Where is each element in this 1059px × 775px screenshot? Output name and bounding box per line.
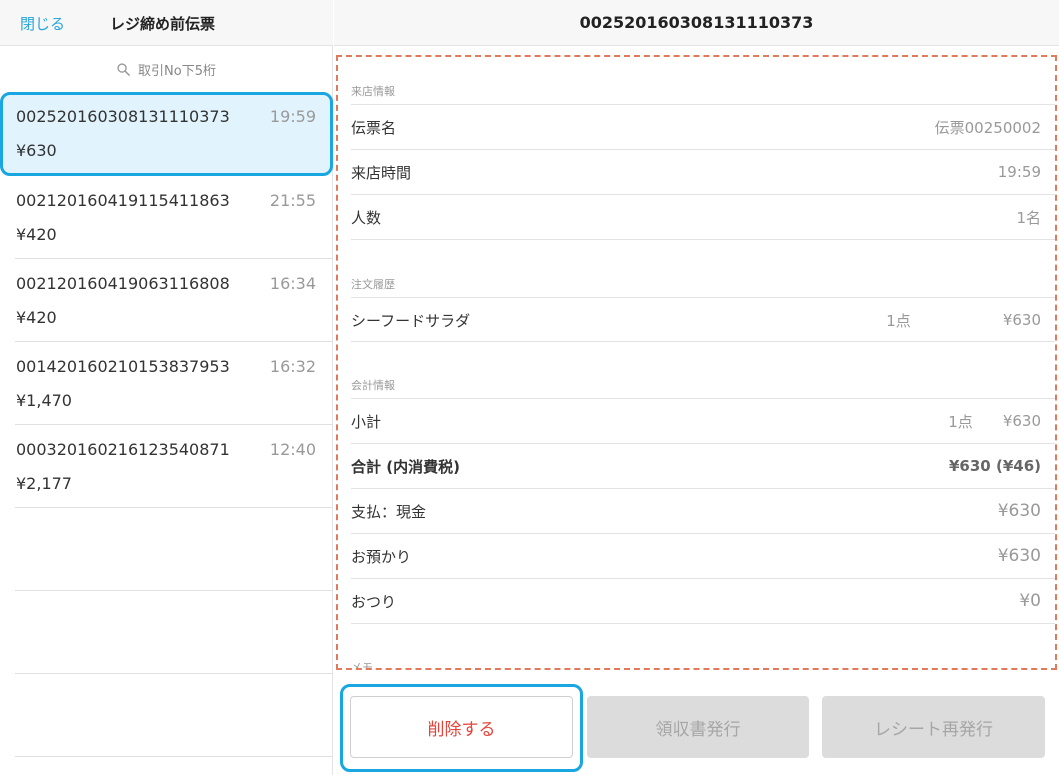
transaction-row[interactable]: 002120160419115411863 21:55 ¥420 (15, 176, 333, 259)
empty-row (15, 674, 333, 757)
list-title: レジ締め前伝票 (110, 15, 216, 33)
reissue-receipt-button[interactable]: レシート再発行 (822, 696, 1045, 758)
transaction-row[interactable]: 002120160419063116808 16:34 ¥420 (15, 259, 333, 342)
transaction-list-pane: 閉じる レジ締め前伝票 取引No下5桁 00252016030813111037… (0, 0, 333, 775)
transaction-time: 21:55 (269, 191, 316, 210)
divider (351, 239, 1055, 240)
row-label: 伝票名 (351, 118, 397, 137)
row-value: ¥630 (1002, 412, 1041, 430)
search-icon (117, 62, 130, 76)
delete-button[interactable]: 削除する (350, 696, 573, 758)
item-qty: 1点 (886, 311, 911, 330)
subtotal-qty: 1点 (948, 412, 973, 431)
row-label: 人数 (351, 208, 382, 227)
search-field[interactable]: 取引No下5桁 (0, 47, 333, 91)
transaction-time: 19:59 (269, 107, 316, 126)
transaction-row-selected[interactable]: 002520160308131110373 19:59 ¥630 (0, 92, 333, 176)
section-memo: メモ (351, 661, 373, 670)
item-price: ¥630 (1002, 311, 1041, 329)
section-visit-info: 来店情報 (351, 85, 395, 98)
transaction-amount: ¥630 (16, 141, 57, 160)
transaction-number: 001420160210153837953 (16, 357, 230, 376)
transaction-row[interactable]: 000320160216123540871 12:40 ¥2,177 (15, 425, 333, 508)
section-accounting: 会計情報 (351, 379, 395, 392)
row-label: お預かり (351, 547, 412, 566)
detail-row-visit-time: 来店時間 19:59 (351, 150, 1041, 194)
transaction-time: 12:40 (269, 440, 316, 459)
detail-row-guests: 人数 1名 (351, 195, 1041, 239)
transaction-amount: ¥2,177 (16, 474, 72, 493)
transaction-number: 000320160216123540871 (16, 440, 230, 459)
transaction-time: 16:32 (269, 357, 316, 376)
subtotal-row: 小計 1点 ¥630 (351, 399, 1041, 443)
row-label: 小計 (351, 412, 382, 431)
transaction-number: 002520160308131110373 (16, 107, 230, 126)
payment-row: 支払：現金 ¥630 (351, 489, 1041, 533)
detail-title: 002520160308131110373 (579, 13, 814, 32)
item-name: シーフードサラダ (351, 311, 471, 330)
divider (351, 341, 1055, 342)
row-value: ¥0 (1019, 591, 1041, 611)
search-placeholder: 取引No下5桁 (138, 63, 216, 79)
row-value: 19:59 (997, 163, 1041, 181)
empty-row (15, 508, 333, 591)
detail-panel: 来店情報 伝票名 伝票00250002 来店時間 19:59 人数 1名 注文履… (336, 55, 1057, 670)
transaction-list: 002520160308131110373 19:59 ¥630 0021201… (0, 92, 333, 757)
close-button[interactable]: 閉じる (20, 13, 65, 34)
detail-header: 002520160308131110373 (334, 0, 1059, 46)
total-row: 合計 (内消費税) ¥630 (¥46) (351, 444, 1041, 488)
transaction-amount: ¥1,470 (16, 391, 72, 410)
row-label: 合計 (内消費税) (351, 457, 460, 476)
list-header: 閉じる レジ締め前伝票 (0, 0, 333, 46)
divider (351, 623, 1055, 624)
row-label: 支払：現金 (351, 502, 427, 521)
transaction-number: 002120160419115411863 (16, 191, 230, 210)
transaction-time: 16:34 (269, 274, 316, 293)
transaction-row[interactable]: 001420160210153837953 16:32 ¥1,470 (15, 342, 333, 425)
section-order-history: 注文履歴 (351, 278, 395, 291)
row-value: ¥630 (997, 546, 1041, 566)
transaction-amount: ¥420 (16, 308, 57, 327)
change-row: おつり ¥0 (351, 579, 1041, 623)
issue-receipt-button[interactable]: 領収書発行 (587, 696, 809, 758)
row-label: 来店時間 (351, 163, 412, 182)
order-item-row: シーフードサラダ 1点 ¥630 (351, 298, 1041, 342)
deposit-row: お預かり ¥630 (351, 534, 1041, 578)
transaction-amount: ¥420 (16, 225, 57, 244)
row-value: 1名 (1016, 208, 1041, 227)
row-value: ¥630 (997, 501, 1041, 521)
row-label: おつり (351, 592, 397, 611)
row-value: ¥630 (¥46) (949, 457, 1041, 475)
transaction-number: 002120160419063116808 (16, 274, 230, 293)
row-value: 伝票00250002 (934, 118, 1041, 137)
empty-row (15, 591, 333, 674)
detail-row-slip-name: 伝票名 伝票00250002 (351, 105, 1041, 149)
